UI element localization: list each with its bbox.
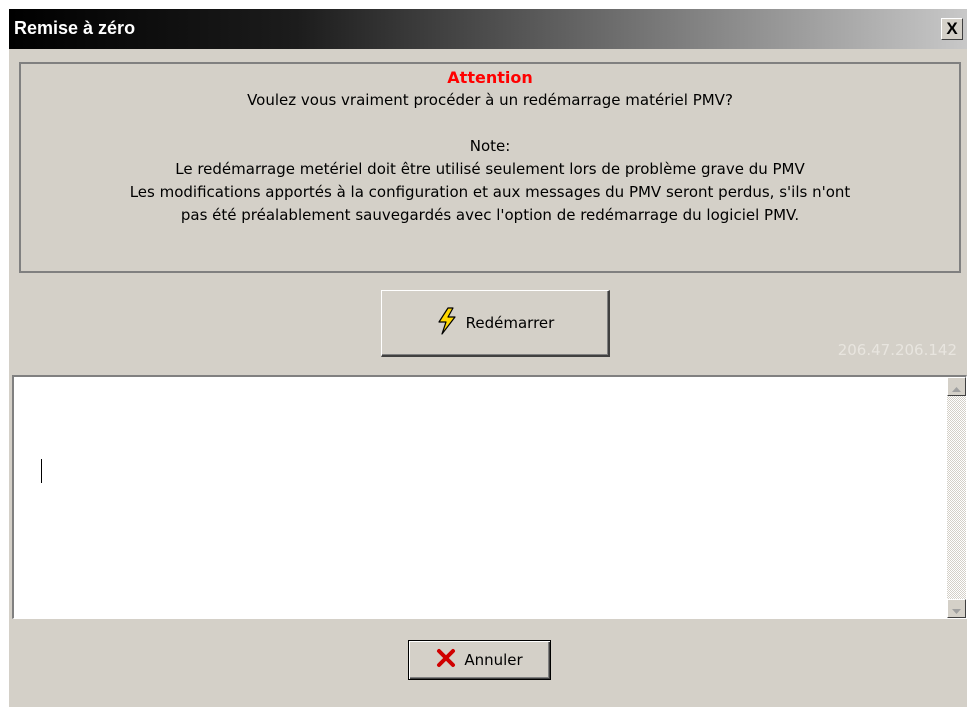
scroll-up-arrow-icon [952,378,961,396]
note-line: Le redémarrage metériel doit être utilis… [175,160,805,178]
title-bar[interactable]: Remise à zéro X [9,9,967,49]
text-caret [41,459,42,483]
lightning-icon [436,307,458,339]
restart-button-label: Redémarrer [465,314,555,332]
confirmation-question: Voulez vous vraiment procéder à un redém… [247,91,733,109]
scroll-up-button[interactable] [947,377,966,396]
note-line: Les modifications apportés à la configur… [129,183,851,201]
warning-message-panel: Attention Voulez vous vraiment procéder … [19,62,961,273]
device-ip-address: 206.47.206.142 [837,341,957,359]
output-text-area[interactable] [12,375,967,619]
red-x-icon [436,648,456,672]
reset-dialog: Remise à zéro X Attention Voulez vous vr… [9,9,967,707]
scroll-down-arrow-icon [952,600,961,618]
attention-heading: Attention [447,68,533,87]
cancel-button[interactable]: Annuler [408,640,551,680]
vertical-scrollbar[interactable] [947,377,966,618]
restart-button[interactable]: Redémarrer [381,290,610,357]
note-line: pas été préalablement sauvegardés avec l… [180,206,800,224]
close-button[interactable]: X [941,18,963,40]
scroll-down-button[interactable] [947,599,966,618]
button-bar: Annuler [9,620,967,707]
note-label: Note: [469,137,511,155]
window-title: Remise à zéro [14,18,136,38]
cancel-button-label: Annuler [464,651,523,669]
